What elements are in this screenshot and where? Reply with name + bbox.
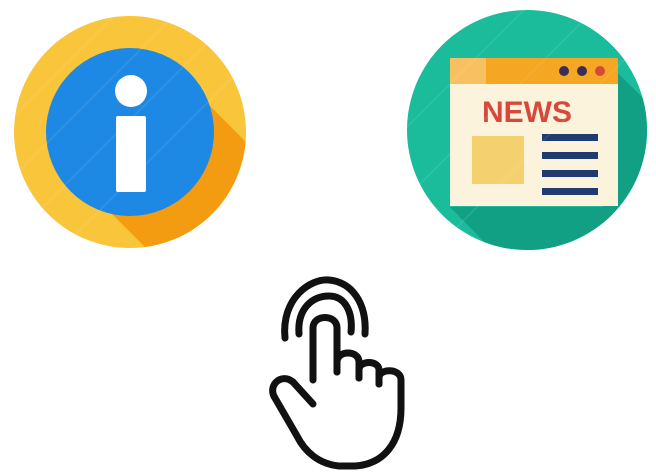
- info-icon[interactable]: [4, 6, 256, 258]
- icon-canvas: NEWS: [0, 0, 656, 472]
- tap-hand-icon[interactable]: [255, 268, 435, 472]
- news-label: NEWS: [482, 96, 572, 129]
- info-icon-graphic: [14, 16, 246, 248]
- news-icon[interactable]: NEWS: [402, 2, 652, 260]
- tap-hand-graphic: [269, 276, 405, 470]
- news-icon-graphic: NEWS: [407, 10, 647, 250]
